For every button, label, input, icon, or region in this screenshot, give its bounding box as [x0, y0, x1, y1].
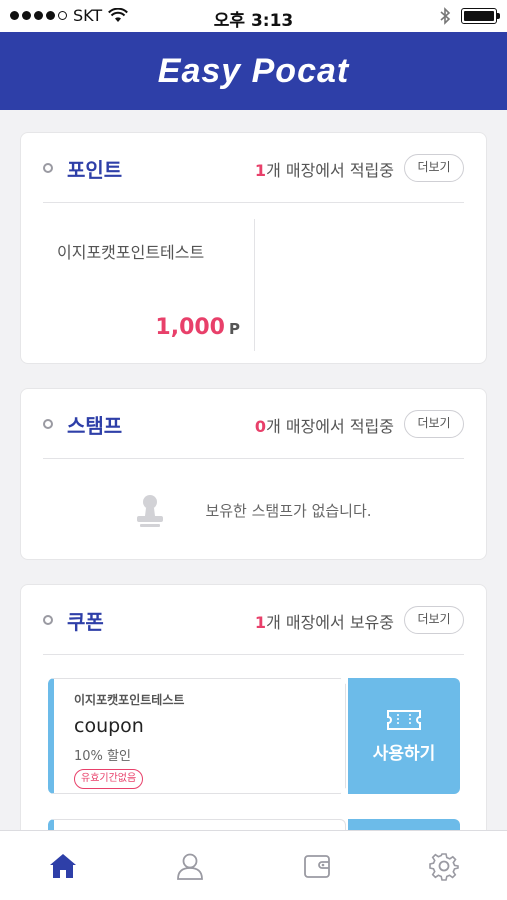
status-right	[439, 7, 500, 25]
coupon-info[interactable]: 이지포캣포인트테스트 coupon 10% 할인 유효기간없음	[48, 678, 346, 794]
bullet-icon	[43, 419, 53, 429]
stamp-empty-state: 보유한 스탬프가 없습니다.	[21, 459, 486, 561]
app-logo: Easy Pocat	[157, 51, 350, 90]
coupon-validity-badge: 유효기간없음	[74, 769, 144, 789]
point-amount: 1,000 P	[155, 315, 240, 340]
status-bar: SKT 오후 3:13	[0, 0, 507, 32]
coupon-card: 쿠폰 1개 매장에서 보유중 더보기 이지포캣포인트테스트 coupon 10%…	[20, 584, 487, 830]
status-time: 오후 3:13	[213, 11, 294, 31]
main-content[interactable]: 포인트 1개 매장에서 적립중 더보기 이지포캣포인트테스트 1,000 P 스탬…	[0, 110, 507, 830]
points-summary-text: 개 매장에서 적립중	[266, 161, 394, 180]
point-item[interactable]: 이지포캣포인트테스트 1,000 P	[43, 219, 255, 351]
point-amount-value: 1,000	[155, 315, 225, 340]
stamp-card: 스탬프 0개 매장에서 적립중 더보기 보유한 스탬프가 없습니다.	[20, 388, 487, 560]
coupon-summary: 1개 매장에서 보유중	[255, 609, 394, 633]
points-card-header: 포인트 1개 매장에서 적립중 더보기	[43, 133, 464, 203]
point-store-name: 이지포캣포인트테스트	[57, 243, 205, 262]
coupon-store-name: 이지포캣포인트테스트	[74, 693, 185, 707]
coupon-title: 쿠폰	[67, 610, 104, 634]
points-more-button[interactable]: 더보기	[404, 154, 464, 182]
stamp-more-button[interactable]: 더보기	[404, 410, 464, 438]
bullet-icon	[43, 615, 53, 625]
bullet-icon	[43, 163, 53, 173]
points-title: 포인트	[67, 158, 123, 182]
points-store-count: 1	[254, 161, 267, 180]
coupon-more-button[interactable]: 더보기	[404, 606, 464, 634]
stamp-card-header: 스탬프 0개 매장에서 적립중 더보기	[43, 389, 464, 459]
tab-bar	[0, 830, 507, 900]
stamp-summary-text: 개 매장에서 적립중	[266, 417, 394, 436]
coupon-item[interactable]: 이지포캣포인트테스트 coupon 10% 할인 유효기간없음 사용하기	[48, 672, 460, 800]
coupon-use-label: 사용하기	[372, 743, 436, 764]
tab-settings[interactable]	[380, 831, 507, 900]
coupon-card-header: 쿠폰 1개 매장에서 보유중 더보기	[43, 585, 464, 655]
stamp-store-count: 0	[254, 417, 267, 436]
stamp-empty-message: 보유한 스탬프가 없습니다.	[205, 501, 372, 520]
coupon-summary-text: 개 매장에서 보유중	[266, 613, 394, 632]
coupon-store-count: 1	[254, 613, 267, 632]
app-header: Easy Pocat	[0, 32, 507, 110]
points-card: 포인트 1개 매장에서 적립중 더보기 이지포캣포인트테스트 1,000 P	[20, 132, 487, 364]
gear-icon	[428, 852, 459, 881]
tab-wallet[interactable]	[254, 831, 381, 900]
point-unit: P	[229, 320, 240, 338]
stamp-icon	[137, 495, 164, 527]
points-summary: 1개 매장에서 적립중	[255, 157, 394, 181]
stamp-title: 스탬프	[67, 414, 123, 438]
tab-home[interactable]	[0, 831, 127, 900]
home-icon	[50, 853, 77, 878]
battery-icon	[461, 8, 500, 24]
coupon-discount: 10% 할인	[74, 749, 131, 764]
coupon-item-partial[interactable]	[48, 819, 460, 830]
bluetooth-icon	[440, 7, 451, 25]
stamp-summary: 0개 매장에서 적립중	[255, 413, 394, 437]
ticket-icon	[387, 709, 421, 730]
coupon-use-button[interactable]	[348, 819, 460, 830]
tab-profile[interactable]	[127, 831, 254, 900]
coupon-info[interactable]	[48, 819, 346, 830]
coupon-name: coupon	[74, 715, 144, 737]
coupon-use-button[interactable]: 사용하기	[348, 678, 460, 794]
user-icon	[177, 853, 204, 880]
wallet-icon	[303, 854, 330, 878]
